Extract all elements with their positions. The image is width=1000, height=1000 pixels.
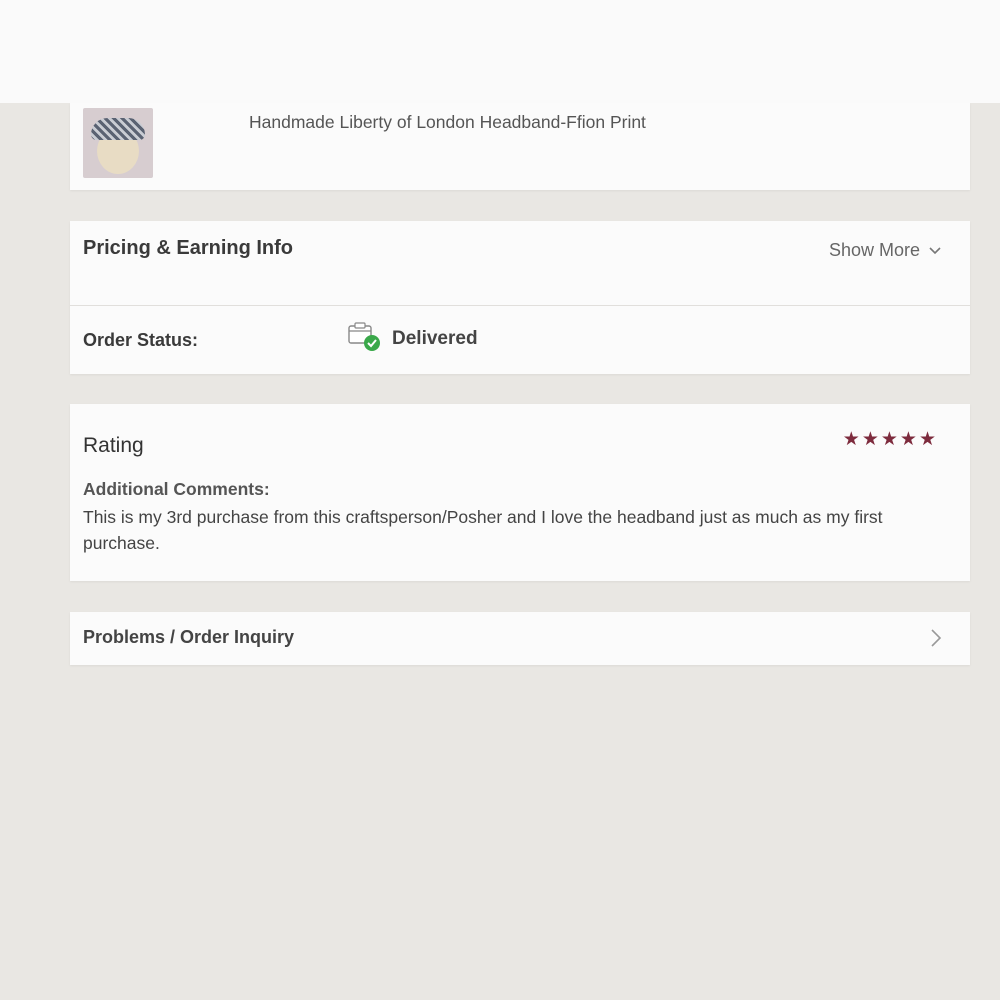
- star-rating: ★ ★ ★ ★ ★: [843, 430, 936, 449]
- thumbnail-headband: [91, 118, 145, 140]
- pricing-status-card: Pricing & Earning Info Show More Order S…: [70, 221, 970, 374]
- show-more-button[interactable]: Show More: [829, 240, 942, 261]
- order-status-value: Delivered: [392, 328, 478, 349]
- star-icon: ★: [842, 429, 860, 450]
- star-icon: ★: [918, 429, 936, 450]
- pricing-heading: Pricing & Earning Info: [83, 237, 294, 259]
- problems-label: Problems / Order Inquiry: [83, 627, 295, 647]
- product-thumbnail[interactable]: [83, 108, 153, 178]
- chevron-right-icon: [931, 629, 942, 647]
- star-icon: ★: [899, 429, 917, 450]
- order-status-label: Order Status:: [83, 330, 199, 350]
- rating-card: Rating ★ ★ ★ ★ ★ Additional Comments: Th…: [70, 404, 970, 581]
- chevron-down-icon: [929, 246, 941, 254]
- top-header-area: [0, 0, 1000, 103]
- star-icon: ★: [861, 429, 879, 450]
- problems-order-inquiry-row[interactable]: Problems / Order Inquiry: [70, 612, 970, 665]
- star-icon: ★: [880, 429, 898, 450]
- product-title[interactable]: Handmade Liberty of London Headband-Ffio…: [249, 112, 646, 133]
- rating-heading: Rating: [83, 434, 144, 457]
- comments-text: This is my 3rd purchase from this crafts…: [83, 507, 883, 553]
- show-more-label: Show More: [828, 240, 920, 260]
- product-card[interactable]: Handmade Liberty of London Headband-Ffio…: [70, 103, 970, 190]
- pricing-row[interactable]: Pricing & Earning Info Show More: [70, 221, 970, 306]
- comments-label: Additional Comments:: [83, 479, 270, 499]
- order-status-row: Order Status: Delivered: [70, 306, 970, 374]
- delivered-check-icon: [348, 322, 380, 351]
